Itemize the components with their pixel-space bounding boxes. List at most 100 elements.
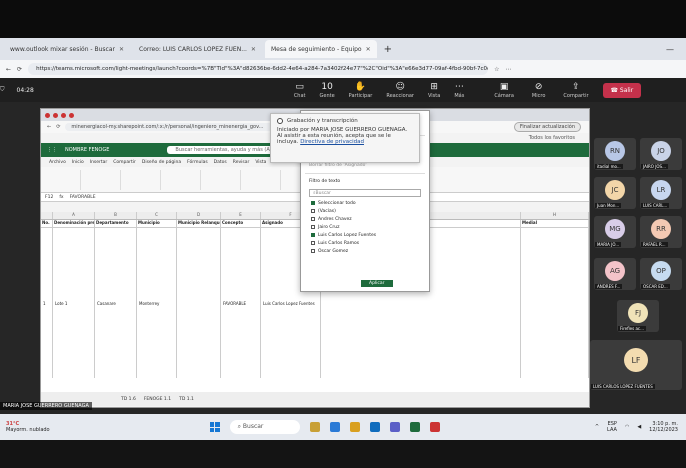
chat-button[interactable]: ▭ Chat bbox=[294, 82, 306, 99]
header-cell[interactable]: Municipio bbox=[137, 220, 177, 227]
chrome-icon[interactable] bbox=[349, 422, 360, 432]
outlook-icon[interactable] bbox=[369, 422, 380, 432]
windows-start-icon[interactable] bbox=[209, 422, 220, 432]
filter-option[interactable]: Luis Carlos Ramos bbox=[301, 239, 429, 247]
header-cell[interactable]: Medial bbox=[521, 220, 589, 227]
raise-hand-button[interactable]: ✋ Participar bbox=[349, 82, 373, 99]
text-filter-item[interactable]: Filtro de texto bbox=[301, 176, 429, 187]
leave-button[interactable]: ☎ Salir bbox=[602, 82, 642, 98]
react-button[interactable]: ☺ Reaccionar bbox=[386, 82, 414, 99]
ribbon-tab[interactable]: Vista bbox=[255, 160, 266, 165]
apply-button[interactable]: Aplicar bbox=[361, 280, 393, 287]
refresh-icon[interactable]: ⟳ bbox=[17, 66, 22, 73]
excel-filename[interactable]: NOMBRE FENOGE bbox=[65, 147, 109, 153]
close-icon[interactable]: ✕ bbox=[119, 46, 124, 53]
filter-search-input[interactable]: ⌕ Buscar bbox=[309, 189, 421, 197]
participant-tile[interactable]: FJ Firefles ac... bbox=[617, 300, 659, 332]
ribbon-group-number[interactable] bbox=[171, 169, 201, 190]
minimize-icon[interactable]: — bbox=[666, 45, 686, 54]
clock[interactable]: 3:10 p. m. 12/12/2023 bbox=[649, 421, 678, 433]
checkbox[interactable] bbox=[311, 233, 315, 237]
header-cell[interactable]: Departamento bbox=[95, 220, 137, 227]
wifi-icon[interactable]: ◠ bbox=[625, 424, 629, 430]
header-cell[interactable]: No. bbox=[41, 220, 53, 227]
ribbon-tab[interactable]: Datos bbox=[214, 160, 227, 165]
formula-value[interactable]: FAVORABLE bbox=[70, 195, 96, 200]
self-video-tile[interactable]: LF LUIS CARLOS LOPEZ FUENTES bbox=[590, 340, 682, 390]
back-icon[interactable]: ← bbox=[47, 124, 51, 130]
browser-tab[interactable]: www.outlook mixar sesión - Buscar ✕ bbox=[4, 40, 130, 58]
cell-municipio[interactable]: Monterrey bbox=[137, 228, 177, 378]
filter-option[interactable]: (Vacías) bbox=[301, 207, 429, 215]
cell-reference[interactable]: F12 bbox=[45, 195, 53, 200]
ribbon-tab[interactable]: Insertar bbox=[90, 160, 108, 165]
header-cell[interactable]: Denominación predio bbox=[53, 220, 95, 227]
more-button[interactable]: ⋯ Más bbox=[454, 82, 464, 99]
file-explorer-icon[interactable] bbox=[309, 422, 320, 432]
header-cell[interactable]: Municipio Relanquen bbox=[177, 220, 221, 227]
close-icon[interactable]: ✕ bbox=[251, 46, 256, 53]
checkbox[interactable] bbox=[311, 201, 315, 205]
excel-icon[interactable] bbox=[409, 422, 420, 432]
filter-option[interactable]: Andres Chavez bbox=[301, 215, 429, 223]
mic-button[interactable]: ⊘ Micro bbox=[532, 82, 545, 99]
people-button[interactable]: 10 Gente bbox=[320, 82, 335, 99]
back-icon[interactable]: ← bbox=[6, 66, 11, 73]
shared-url[interactable]: minenergiacol-my.sharepoint.com/:x:/r/pe… bbox=[65, 123, 286, 131]
ribbon-tab[interactable]: Compartir bbox=[113, 160, 136, 165]
privacy-link[interactable]: Directiva de privacidad bbox=[300, 139, 364, 145]
row-number[interactable]: 1 bbox=[41, 228, 53, 378]
url-field[interactable]: https://teams.microsoft.com/light-meetin… bbox=[28, 63, 489, 75]
participant-tile[interactable]: MG MARIA JO... bbox=[594, 216, 636, 248]
filter-option[interactable]: Luis Carlos Lopez Fuentes bbox=[301, 231, 429, 239]
edge-icon[interactable] bbox=[329, 422, 340, 432]
cell-empty[interactable] bbox=[521, 228, 589, 378]
chevron-up-icon[interactable]: ^ bbox=[595, 424, 599, 430]
app-icon[interactable] bbox=[429, 422, 440, 432]
update-button[interactable]: Finalizar actualización bbox=[513, 122, 581, 132]
sheet-tab[interactable]: TD 1.1 bbox=[179, 397, 194, 402]
browser-tab-active[interactable]: Mesa de seguimiento - Equipo ✕ bbox=[264, 40, 377, 58]
filter-option[interactable]: Jairo Cruz bbox=[301, 223, 429, 231]
checkbox[interactable] bbox=[311, 209, 315, 213]
taskbar-search[interactable]: ⌕ Buscar bbox=[229, 420, 300, 434]
ribbon-group-styles[interactable] bbox=[211, 169, 241, 190]
teams-icon[interactable] bbox=[389, 422, 400, 432]
checkbox[interactable] bbox=[311, 225, 315, 229]
share-button[interactable]: ⇪ Compartir bbox=[563, 82, 588, 99]
cell-departamento[interactable]: Casanare bbox=[95, 228, 137, 378]
weather-widget[interactable]: 31°C Mayorm. nublado bbox=[6, 421, 50, 433]
ribbon-group-font[interactable] bbox=[91, 169, 121, 190]
language-indicator[interactable]: ESP LAA bbox=[607, 421, 617, 433]
participant-tile[interactable]: RR RAFAEL R... bbox=[640, 216, 682, 248]
ribbon-tab[interactable]: Fórmulas bbox=[187, 160, 208, 165]
ribbon-group-clipboard[interactable] bbox=[51, 169, 81, 190]
favorite-icon[interactable]: ☆ bbox=[494, 66, 499, 73]
participant-tile[interactable]: OP OSCAR ED... bbox=[640, 258, 682, 290]
close-icon[interactable]: ✕ bbox=[366, 46, 371, 53]
participant-tile[interactable]: RN itadial mo... bbox=[594, 138, 636, 170]
checkbox[interactable] bbox=[311, 249, 315, 253]
filter-option[interactable]: Oscar Gomez bbox=[301, 247, 429, 255]
sheet-tab[interactable]: FENOGE 1.1 bbox=[144, 397, 171, 402]
browser-tab[interactable]: Correo: LUIS CARLOS LOPEZ FUEN... ✕ bbox=[133, 40, 262, 58]
ribbon-group-alignment[interactable] bbox=[131, 169, 161, 190]
apps-icon[interactable]: ⋮⋮ bbox=[47, 147, 57, 153]
participant-tile[interactable]: LR LUIS CARL... bbox=[640, 177, 682, 209]
participant-tile[interactable]: JC Juan Mon... bbox=[594, 177, 636, 209]
cell-predio[interactable]: Lote 1 bbox=[53, 228, 95, 378]
cell-relanquen[interactable] bbox=[177, 228, 221, 378]
new-tab-icon[interactable]: + bbox=[384, 44, 392, 55]
refresh-icon[interactable]: ⟳ bbox=[56, 124, 60, 130]
ribbon-group-cells[interactable] bbox=[251, 169, 281, 190]
cell-concepto[interactable]: FAVORABLE bbox=[221, 228, 261, 378]
checkbox[interactable] bbox=[311, 241, 315, 245]
extensions-icon[interactable]: ⋯ bbox=[505, 66, 511, 73]
sheet-tab[interactable]: TD 1.6 bbox=[121, 397, 136, 402]
ribbon-tab[interactable]: Archivo bbox=[49, 160, 66, 165]
participant-tile[interactable]: JO JAIRO JOS... bbox=[640, 138, 682, 170]
view-button[interactable]: ⊞ Vista bbox=[428, 82, 440, 99]
participant-tile[interactable]: AG ANDRES F... bbox=[594, 258, 636, 290]
volume-icon[interactable]: ◀ bbox=[637, 424, 641, 430]
camera-button[interactable]: ▣ Cámara bbox=[494, 82, 514, 99]
